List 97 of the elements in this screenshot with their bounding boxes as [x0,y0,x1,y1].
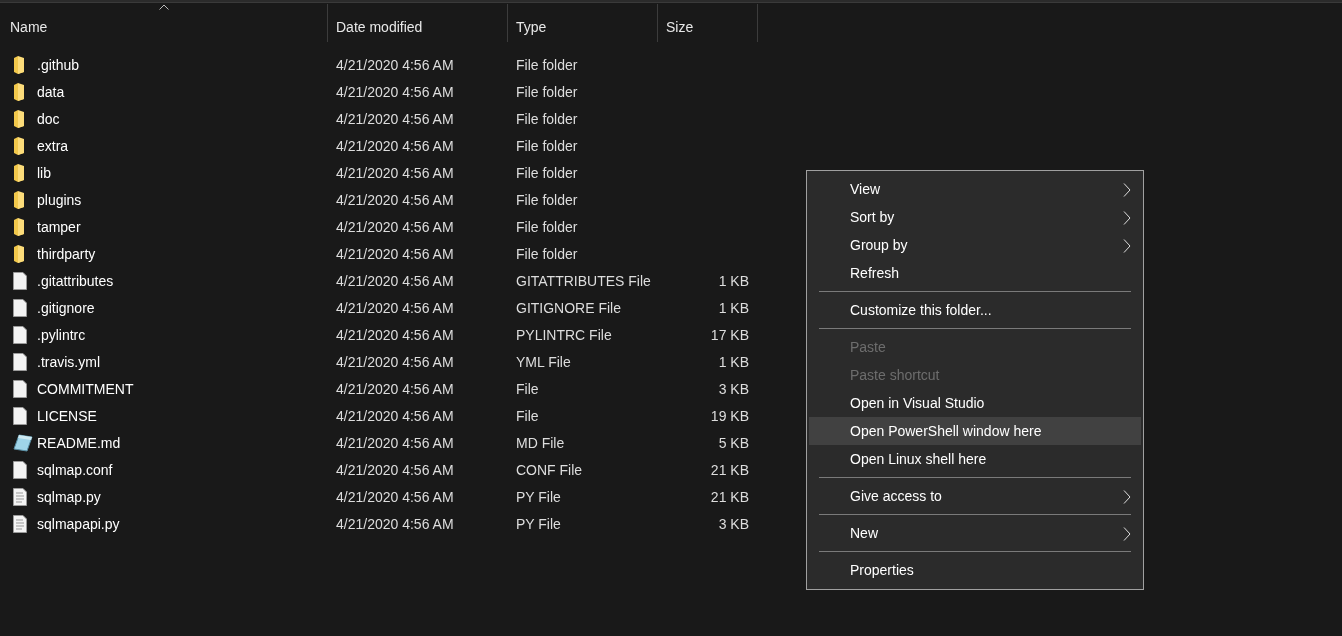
column-header[interactable]: Name [0,4,328,42]
date-modified: 4/21/2020 4:56 AM [336,380,454,397]
file-name[interactable]: .gitignore [37,299,95,316]
file-type: GITIGNORE File [516,299,621,316]
date-modified: 4/21/2020 4:56 AM [336,245,454,262]
file-name[interactable]: .travis.yml [37,353,100,370]
date-modified: 4/21/2020 4:56 AM [336,488,454,505]
menu-item[interactable]: Refresh [809,259,1141,287]
folder-icon [13,55,25,74]
blank-file-icon [13,352,27,371]
date-modified: 4/21/2020 4:56 AM [336,272,454,289]
menu-item[interactable]: Customize this folder... [809,296,1141,324]
text-file-icon [13,487,27,506]
menu-item[interactable]: Properties [809,556,1141,584]
menu-item[interactable]: View [809,175,1141,203]
file-type: File [516,407,539,424]
column-header[interactable]: Type [508,4,658,42]
file-type: GITATTRIBUTES File [516,272,651,289]
date-modified: 4/21/2020 4:56 AM [336,434,454,451]
file-type: File [516,380,539,397]
file-type: PY File [516,488,561,505]
file-type: File folder [516,137,578,154]
file-type: YML File [516,353,571,370]
file-size: 17 KB [710,326,749,343]
file-type: File folder [516,83,578,100]
file-size: 3 KB [718,515,749,532]
date-modified: 4/21/2020 4:56 AM [336,515,454,532]
file-name[interactable]: .gitattributes [37,272,114,289]
date-modified: 4/21/2020 4:56 AM [336,137,454,154]
file-type: PY File [516,515,561,532]
folder-icon [13,82,25,101]
file-name[interactable]: plugins [37,191,82,208]
file-size: 5 KB [718,434,749,451]
file-name[interactable]: README.md [37,434,121,451]
text-file-icon [13,514,27,533]
document-icon [13,433,33,452]
date-modified: 4/21/2020 4:56 AM [336,83,454,100]
folder-icon [13,109,25,128]
file-type: PYLINTRC File [516,326,612,343]
file-size: 21 KB [710,461,749,478]
date-modified: 4/21/2020 4:56 AM [336,56,454,73]
date-modified: 4/21/2020 4:56 AM [336,164,454,181]
file-name[interactable]: thirdparty [37,245,96,262]
date-modified: 4/21/2020 4:56 AM [336,407,454,424]
file-name[interactable]: .pylintrc [37,326,86,343]
file-name[interactable]: doc [37,110,60,127]
file-size: 3 KB [718,380,749,397]
menu-item[interactable]: Sort by [809,203,1141,231]
blank-file-icon [13,298,27,317]
folder-icon [13,244,25,263]
file-name[interactable]: sqlmap.py [37,488,101,505]
file-name[interactable]: LICENSE [37,407,97,424]
blank-file-icon [13,271,27,290]
date-modified: 4/21/2020 4:56 AM [336,326,454,343]
folder-icon [13,136,25,155]
date-modified: 4/21/2020 4:56 AM [336,191,454,208]
blank-file-icon [13,460,27,479]
column-header[interactable]: Date modified [328,4,508,42]
date-modified: 4/21/2020 4:56 AM [336,299,454,316]
file-size: 1 KB [718,353,749,370]
file-size: 1 KB [718,299,749,316]
file-name[interactable]: lib [37,164,51,181]
menu-item[interactable]: Give access to [809,482,1141,510]
file-type: File folder [516,191,578,208]
menu-item[interactable]: Open in Visual Studio [809,389,1141,417]
file-type: File folder [516,110,578,127]
blank-file-icon [13,325,27,344]
folder-icon [13,190,25,209]
file-type: File folder [516,56,578,73]
blank-file-icon [13,379,27,398]
file-size: 21 KB [710,488,749,505]
file-name[interactable]: data [37,83,65,100]
date-modified: 4/21/2020 4:56 AM [336,110,454,127]
file-name[interactable]: .github [37,56,80,73]
file-type: MD File [516,434,565,451]
file-size: 19 KB [710,407,749,424]
folder-icon [13,217,25,236]
file-type: File folder [516,218,578,235]
column-header[interactable]: Size [658,4,758,42]
menu-item[interactable]: Open PowerShell window here [809,417,1141,445]
file-name[interactable]: extra [37,137,69,154]
file-type: File folder [516,164,578,181]
date-modified: 4/21/2020 4:56 AM [336,353,454,370]
blank-file-icon [13,406,27,425]
menu-item[interactable]: Group by [809,231,1141,259]
date-modified: 4/21/2020 4:56 AM [336,461,454,478]
folder-icon [13,163,25,182]
date-modified: 4/21/2020 4:56 AM [336,218,454,235]
file-name[interactable]: sqlmap.conf [37,461,113,478]
file-name[interactable]: sqlmapapi.py [37,515,120,532]
file-name[interactable]: COMMITMENT [37,380,134,397]
file-type: CONF File [516,461,583,478]
file-name[interactable]: tamper [37,218,81,235]
file-size: 1 KB [718,272,749,289]
menu-item[interactable]: Open Linux shell here [809,445,1141,473]
file-type: File folder [516,245,578,262]
menu-item[interactable]: New [809,519,1141,547]
